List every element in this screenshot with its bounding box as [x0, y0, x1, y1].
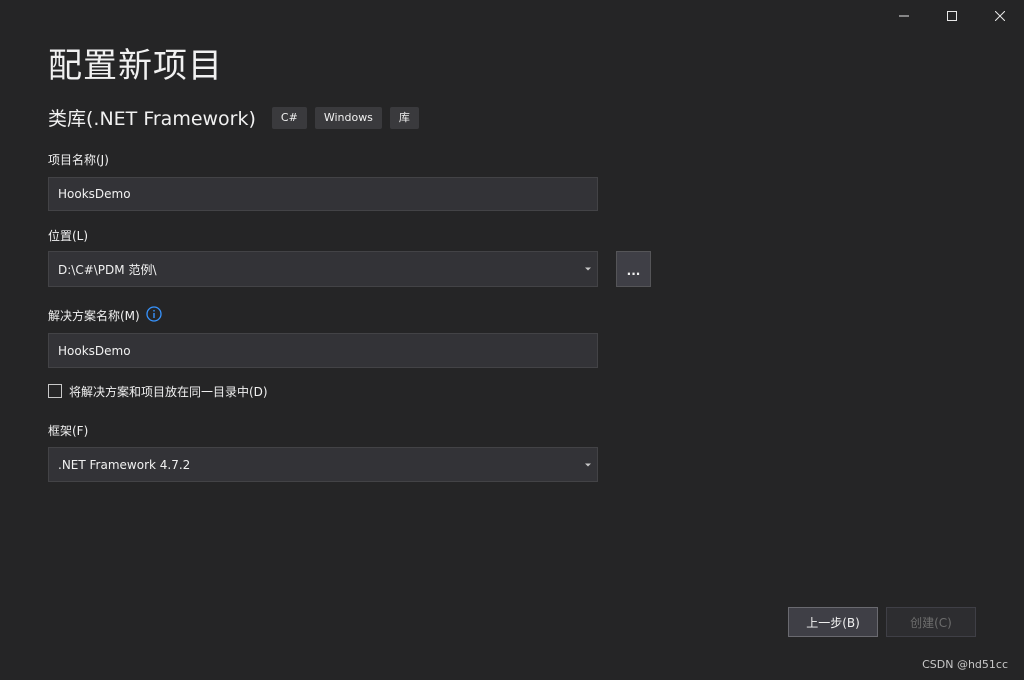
- dropdown-arrow-icon[interactable]: [585, 267, 591, 271]
- maximize-button[interactable]: [928, 0, 976, 32]
- template-name: 类库(.NET Framework): [48, 108, 256, 130]
- window-controls: [880, 0, 1024, 32]
- page-title: 配置新项目: [48, 46, 223, 86]
- project-name-label: 项目名称(J): [48, 153, 109, 167]
- browse-button[interactable]: ...: [616, 251, 651, 287]
- location-value: D:\C#\PDM 范例\: [58, 262, 157, 277]
- location-label: 位置(L): [48, 229, 89, 243]
- project-name-input[interactable]: HooksDemo: [48, 177, 598, 211]
- dropdown-arrow-icon[interactable]: [585, 463, 591, 466]
- close-button[interactable]: [976, 0, 1024, 32]
- info-icon[interactable]: [146, 306, 162, 322]
- minimize-button[interactable]: [880, 0, 928, 32]
- tag-language: C#: [271, 106, 307, 129]
- close-icon: [995, 11, 1005, 21]
- watermark: CSDN @hd51cc: [922, 658, 1008, 671]
- framework-label: 框架(F): [48, 424, 89, 438]
- tag-platform: Windows: [314, 106, 382, 129]
- tag-project-type: 库: [389, 106, 419, 129]
- same-directory-checkbox[interactable]: [48, 383, 62, 398]
- solution-name-input[interactable]: HooksDemo: [48, 333, 598, 368]
- framework-value: .NET Framework 4.7.2: [58, 457, 191, 472]
- template-info: 类库(.NET Framework) C# Windows 库: [48, 104, 427, 131]
- minimize-icon: [899, 15, 909, 17]
- framework-combobox[interactable]: .NET Framework 4.7.2: [48, 447, 598, 482]
- same-directory-option[interactable]: 将解决方案和项目放在同一目录中(D): [48, 381, 268, 400]
- configure-project-dialog: 配置新项目 类库(.NET Framework) C# Windows 库 项目…: [0, 0, 1024, 680]
- same-directory-label[interactable]: 将解决方案和项目放在同一目录中(D): [69, 381, 268, 400]
- back-button[interactable]: 上一步(B): [788, 607, 878, 637]
- location-combobox[interactable]: D:\C#\PDM 范例\: [48, 251, 598, 287]
- maximize-icon: [947, 11, 957, 21]
- create-button[interactable]: 创建(C): [886, 607, 976, 637]
- solution-name-label: 解决方案名称(M): [48, 309, 140, 323]
